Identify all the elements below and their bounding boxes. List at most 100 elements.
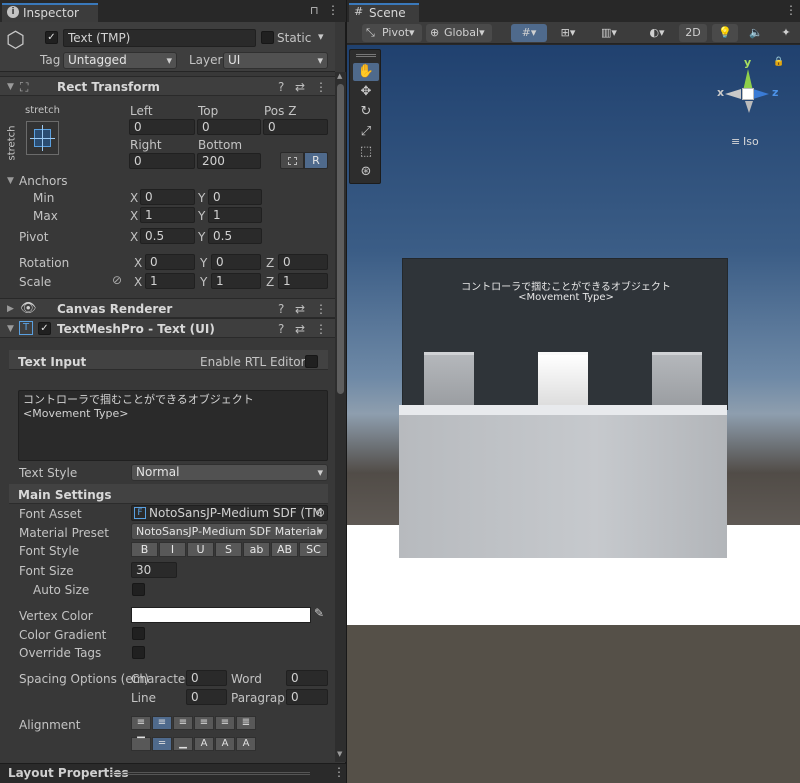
- iso-menu-icon[interactable]: ≡: [731, 135, 740, 148]
- align-left-button[interactable]: ≡: [131, 716, 151, 730]
- preset-icon[interactable]: ⇄: [295, 301, 305, 317]
- component-menu-icon[interactable]: ⋮: [315, 321, 327, 337]
- iso-label[interactable]: Iso: [743, 135, 759, 148]
- layout-properties-bar[interactable]: Layout Properties ⋮: [0, 763, 346, 783]
- grid-visibility-button[interactable]: ▥▾: [591, 24, 627, 42]
- scroll-down-icon[interactable]: ▼: [337, 750, 342, 758]
- rot-z-field[interactable]: 0: [278, 254, 328, 270]
- strikethrough-button[interactable]: S: [215, 542, 242, 557]
- align-midline-button[interactable]: A: [215, 737, 235, 751]
- layer-dropdown[interactable]: UI: [223, 52, 328, 69]
- layout-properties-menu-icon[interactable]: ⋮: [333, 765, 345, 779]
- scene-viewport[interactable]: ✋ ✥ ↻ ⤢ ⬚ ⊛ y z x 🔒 ≡ Iso コントローラで掴むことができ…: [347, 45, 800, 783]
- orientation-gizmo[interactable]: y z x: [715, 56, 785, 127]
- snap-increment-button[interactable]: ⊞▾: [553, 24, 583, 42]
- gizmo-center-cube[interactable]: [742, 88, 754, 100]
- rot-y-field[interactable]: 0: [211, 254, 261, 270]
- inspector-scrollbar[interactable]: ▲ ▼: [335, 72, 346, 762]
- lighting-toggle-button[interactable]: 💡: [712, 24, 738, 42]
- align-middle-button[interactable]: ═: [152, 737, 172, 751]
- left-field[interactable]: 0: [129, 119, 195, 135]
- cube-right[interactable]: [652, 352, 702, 407]
- help-icon[interactable]: ?: [278, 321, 284, 337]
- rotate-tool-button[interactable]: ↻: [353, 103, 379, 121]
- lock-icon[interactable]: ⊓: [310, 4, 319, 17]
- smallcaps-button[interactable]: SC: [299, 542, 328, 557]
- move-tool-button[interactable]: ✥: [353, 83, 379, 101]
- align-flush-button[interactable]: ≡: [215, 716, 235, 730]
- static-dropdown-arrow-icon[interactable]: ▾: [318, 30, 324, 43]
- scrollbar-thumb[interactable]: [337, 84, 344, 394]
- scale-tool-button[interactable]: ⤢: [353, 123, 379, 141]
- tmp-header[interactable]: ▼ T ✓ TextMeshPro - Text (UI) ? ⇄ ⋮: [0, 318, 335, 338]
- align-justify-button[interactable]: ≡: [194, 716, 214, 730]
- line-spacing-field[interactable]: 0: [186, 689, 227, 705]
- help-icon[interactable]: ?: [278, 301, 284, 317]
- help-icon[interactable]: ?: [278, 79, 284, 95]
- font-size-field[interactable]: 30: [131, 562, 177, 578]
- bold-button[interactable]: B: [131, 542, 158, 557]
- blueprint-mode-button[interactable]: [280, 152, 304, 169]
- align-center-button[interactable]: ≡: [152, 716, 172, 730]
- inspector-tab[interactable]: i Inspector: [2, 3, 98, 22]
- resize-handle[interactable]: [110, 772, 310, 775]
- cube-center[interactable]: [538, 352, 588, 407]
- align-baseline-button[interactable]: A: [194, 737, 214, 751]
- object-name-input[interactable]: [63, 29, 256, 47]
- scale-x-field[interactable]: 1: [145, 273, 195, 289]
- scale-y-field[interactable]: 1: [211, 273, 261, 289]
- italic-button[interactable]: I: [159, 542, 186, 557]
- override-tags-checkbox[interactable]: [132, 646, 145, 659]
- uppercase-button[interactable]: AB: [271, 542, 298, 557]
- rect-tool-button[interactable]: ⬚: [353, 143, 379, 161]
- anchor-preset-button[interactable]: [26, 121, 59, 155]
- word-spacing-field[interactable]: 0: [286, 670, 328, 686]
- pivot-x-field[interactable]: 0.5: [140, 228, 195, 244]
- min-y-field[interactable]: 0: [208, 189, 262, 205]
- hand-tool-button[interactable]: ✋: [353, 63, 379, 81]
- font-asset-field[interactable]: F NotoSansJP-Medium SDF (TM ⊙: [131, 505, 328, 521]
- rtl-checkbox[interactable]: [305, 355, 318, 368]
- underline-button[interactable]: U: [187, 542, 214, 557]
- material-preset-dropdown[interactable]: NotoSansJP-Medium SDF Material: [131, 523, 328, 540]
- static-checkbox[interactable]: [261, 31, 274, 44]
- object-picker-icon[interactable]: ⊙: [316, 506, 325, 520]
- vertex-color-swatch[interactable]: [131, 607, 311, 623]
- raw-edit-button[interactable]: R: [304, 152, 328, 169]
- preset-icon[interactable]: ⇄: [295, 321, 305, 337]
- top-field[interactable]: 0: [197, 119, 261, 135]
- paragraph-spacing-field[interactable]: 0: [286, 689, 328, 705]
- posz-field[interactable]: 0: [263, 119, 328, 135]
- cube-left[interactable]: [424, 352, 474, 407]
- tmp-enabled-checkbox[interactable]: ✓: [38, 322, 51, 335]
- text-style-dropdown[interactable]: Normal: [131, 464, 328, 481]
- component-menu-icon[interactable]: ⋮: [315, 301, 327, 317]
- rot-x-field[interactable]: 0: [145, 254, 195, 270]
- tag-dropdown[interactable]: Untagged: [63, 52, 177, 69]
- palette-grip[interactable]: [356, 54, 376, 57]
- active-checkbox[interactable]: ✓: [45, 31, 58, 44]
- audio-toggle-button[interactable]: 🔈: [743, 24, 769, 42]
- scroll-up-icon[interactable]: ▲: [337, 72, 342, 80]
- character-spacing-field[interactable]: 0: [186, 670, 227, 686]
- anchors-foldout-icon[interactable]: ▼: [7, 176, 14, 186]
- preset-icon[interactable]: ⇄: [295, 79, 305, 95]
- max-y-field[interactable]: 1: [208, 207, 262, 223]
- max-x-field[interactable]: 1: [140, 207, 195, 223]
- align-right-button[interactable]: ≡: [173, 716, 193, 730]
- transform-tool-button[interactable]: ⊛: [353, 163, 379, 181]
- component-menu-icon[interactable]: ⋮: [315, 79, 327, 95]
- constrain-proportions-icon[interactable]: ⊘: [112, 273, 122, 287]
- gizmo-lock-icon[interactable]: 🔒: [773, 57, 784, 67]
- align-geometry-center-button[interactable]: ≣: [236, 716, 256, 730]
- scene-tab[interactable]: # Scene: [349, 3, 419, 22]
- scene-tab-menu-icon[interactable]: ⋮: [785, 3, 797, 17]
- min-x-field[interactable]: 0: [140, 189, 195, 205]
- pivot-dropdown[interactable]: ⤡ Pivot▾: [362, 24, 422, 42]
- effects-toggle-button[interactable]: ✦: [773, 24, 799, 42]
- canvas-renderer-header[interactable]: ▶ 👁 Canvas Renderer ? ⇄ ⋮: [0, 298, 335, 318]
- scale-z-field[interactable]: 1: [278, 273, 328, 289]
- eyedropper-icon[interactable]: ✎: [314, 606, 324, 620]
- draw-mode-button[interactable]: ◐▾: [640, 24, 674, 42]
- rect-transform-header[interactable]: ▼ ⛶ Rect Transform ? ⇄ ⋮: [0, 76, 335, 96]
